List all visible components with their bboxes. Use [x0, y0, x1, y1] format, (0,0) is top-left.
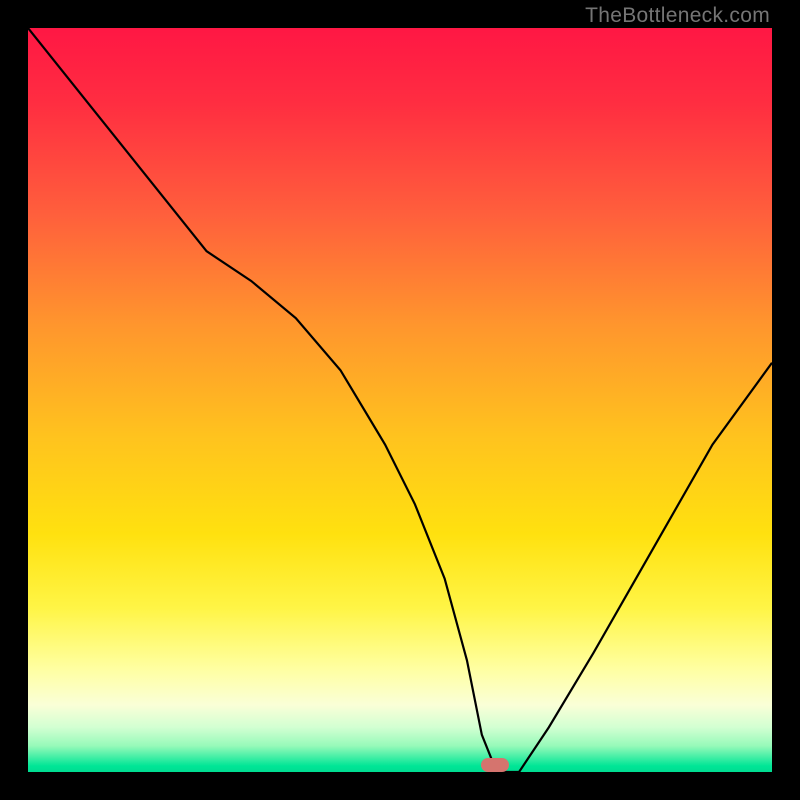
optimal-point-marker — [481, 758, 509, 772]
curve-path — [28, 28, 772, 772]
chart-container: TheBottleneck.com — [0, 0, 800, 800]
bottleneck-curve — [28, 28, 772, 772]
plot-area — [28, 28, 772, 772]
watermark-text: TheBottleneck.com — [585, 4, 770, 28]
